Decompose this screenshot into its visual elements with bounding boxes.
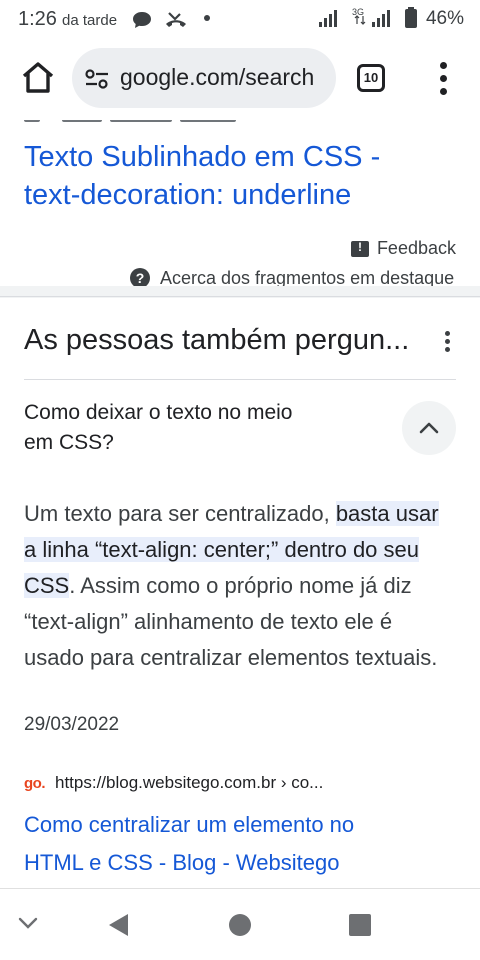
site-settings-icon[interactable] bbox=[84, 68, 110, 90]
more-dot-icon bbox=[445, 339, 450, 344]
menu-dot-icon bbox=[440, 88, 447, 95]
recents-icon[interactable] bbox=[348, 913, 372, 937]
battery-level: 46% bbox=[425, 8, 464, 29]
paa-divider bbox=[24, 379, 456, 380]
menu-dot-icon bbox=[440, 75, 447, 82]
chevron-up-icon bbox=[419, 422, 439, 434]
system-navigation-bar bbox=[0, 888, 480, 960]
answer-date: 29/03/2022 bbox=[24, 714, 120, 735]
source-title-line: HTML e CSS - Blog - Websitego bbox=[24, 850, 340, 875]
snippet-title-line: Texto Sublinhado em CSS - bbox=[24, 141, 381, 173]
question-line: Como deixar o texto no meio bbox=[24, 401, 293, 424]
source-row[interactable]: go. https://blog.websitego.com.br › co..… bbox=[24, 773, 323, 793]
help-icon: ? bbox=[130, 268, 150, 286]
home-nav-icon[interactable] bbox=[228, 913, 252, 937]
home-button[interactable] bbox=[18, 60, 58, 96]
search-results: Texto Sublinhado em CSS - text-decoratio… bbox=[0, 120, 480, 888]
paa-heading: As pessoas também pergun... bbox=[24, 324, 410, 356]
tab-switcher-button[interactable]: 10 bbox=[357, 64, 385, 92]
address-bar[interactable]: google.com/search bbox=[72, 48, 336, 108]
source-title-link[interactable]: Como centralizar um elemento no HTML e C… bbox=[24, 806, 456, 882]
dot-icon bbox=[204, 15, 210, 21]
chevron-down-icon[interactable] bbox=[16, 915, 40, 931]
answer-text: Um texto para ser centralizado, bbox=[24, 501, 336, 526]
network-type-label: 3G bbox=[352, 7, 364, 17]
more-dot-icon bbox=[445, 331, 450, 336]
answer-text-continued: . Assim como o próprio nome já diz “text… bbox=[24, 573, 438, 670]
feedback-button[interactable]: Feedback bbox=[350, 238, 456, 259]
status-time-suffix: da tarde bbox=[62, 12, 118, 29]
browser-menu-button[interactable] bbox=[434, 62, 454, 96]
feedback-icon bbox=[350, 240, 369, 257]
status-bar: 1:26 da tarde 3G 46% bbox=[0, 0, 480, 38]
more-dot-icon bbox=[445, 347, 450, 352]
battery-icon bbox=[405, 7, 417, 28]
section-divider bbox=[0, 296, 480, 297]
about-snippets-link[interactable]: ? Acerca dos fragmentos em destaque bbox=[130, 268, 460, 286]
paa-more-options-button[interactable] bbox=[444, 331, 452, 353]
clipped-source-row bbox=[24, 120, 456, 126]
source-title-line: Como centralizar um elemento no bbox=[24, 812, 355, 837]
feedback-label: Feedback bbox=[376, 238, 456, 258]
question-line: em CSS? bbox=[24, 431, 114, 454]
about-snippets-label: Acerca dos fragmentos em destaque bbox=[160, 268, 455, 286]
paa-answer: Um texto para ser centralizado, basta us… bbox=[24, 496, 456, 676]
signal-icon bbox=[319, 10, 337, 27]
url-text: google.com/search bbox=[120, 64, 315, 90]
home-icon bbox=[22, 62, 54, 93]
back-icon[interactable] bbox=[106, 912, 132, 938]
site-favicon: go. bbox=[24, 774, 46, 792]
status-time: 1:26 bbox=[18, 8, 57, 30]
featured-snippet-title[interactable]: Texto Sublinhado em CSS - text-decoratio… bbox=[24, 138, 454, 214]
menu-dot-icon bbox=[440, 62, 447, 69]
browser-toolbar: google.com/search 10 bbox=[0, 38, 480, 120]
source-url: https://blog.websitego.com.br › co... bbox=[55, 773, 324, 792]
snippet-title-line: text-decoration: underline bbox=[24, 179, 352, 211]
message-icon bbox=[133, 12, 151, 28]
signal-3g-icon: 3G bbox=[352, 7, 390, 27]
missed-call-icon bbox=[166, 12, 186, 27]
collapse-question-button[interactable] bbox=[402, 401, 456, 455]
paa-question[interactable]: Como deixar o texto no meio em CSS? bbox=[24, 398, 364, 458]
